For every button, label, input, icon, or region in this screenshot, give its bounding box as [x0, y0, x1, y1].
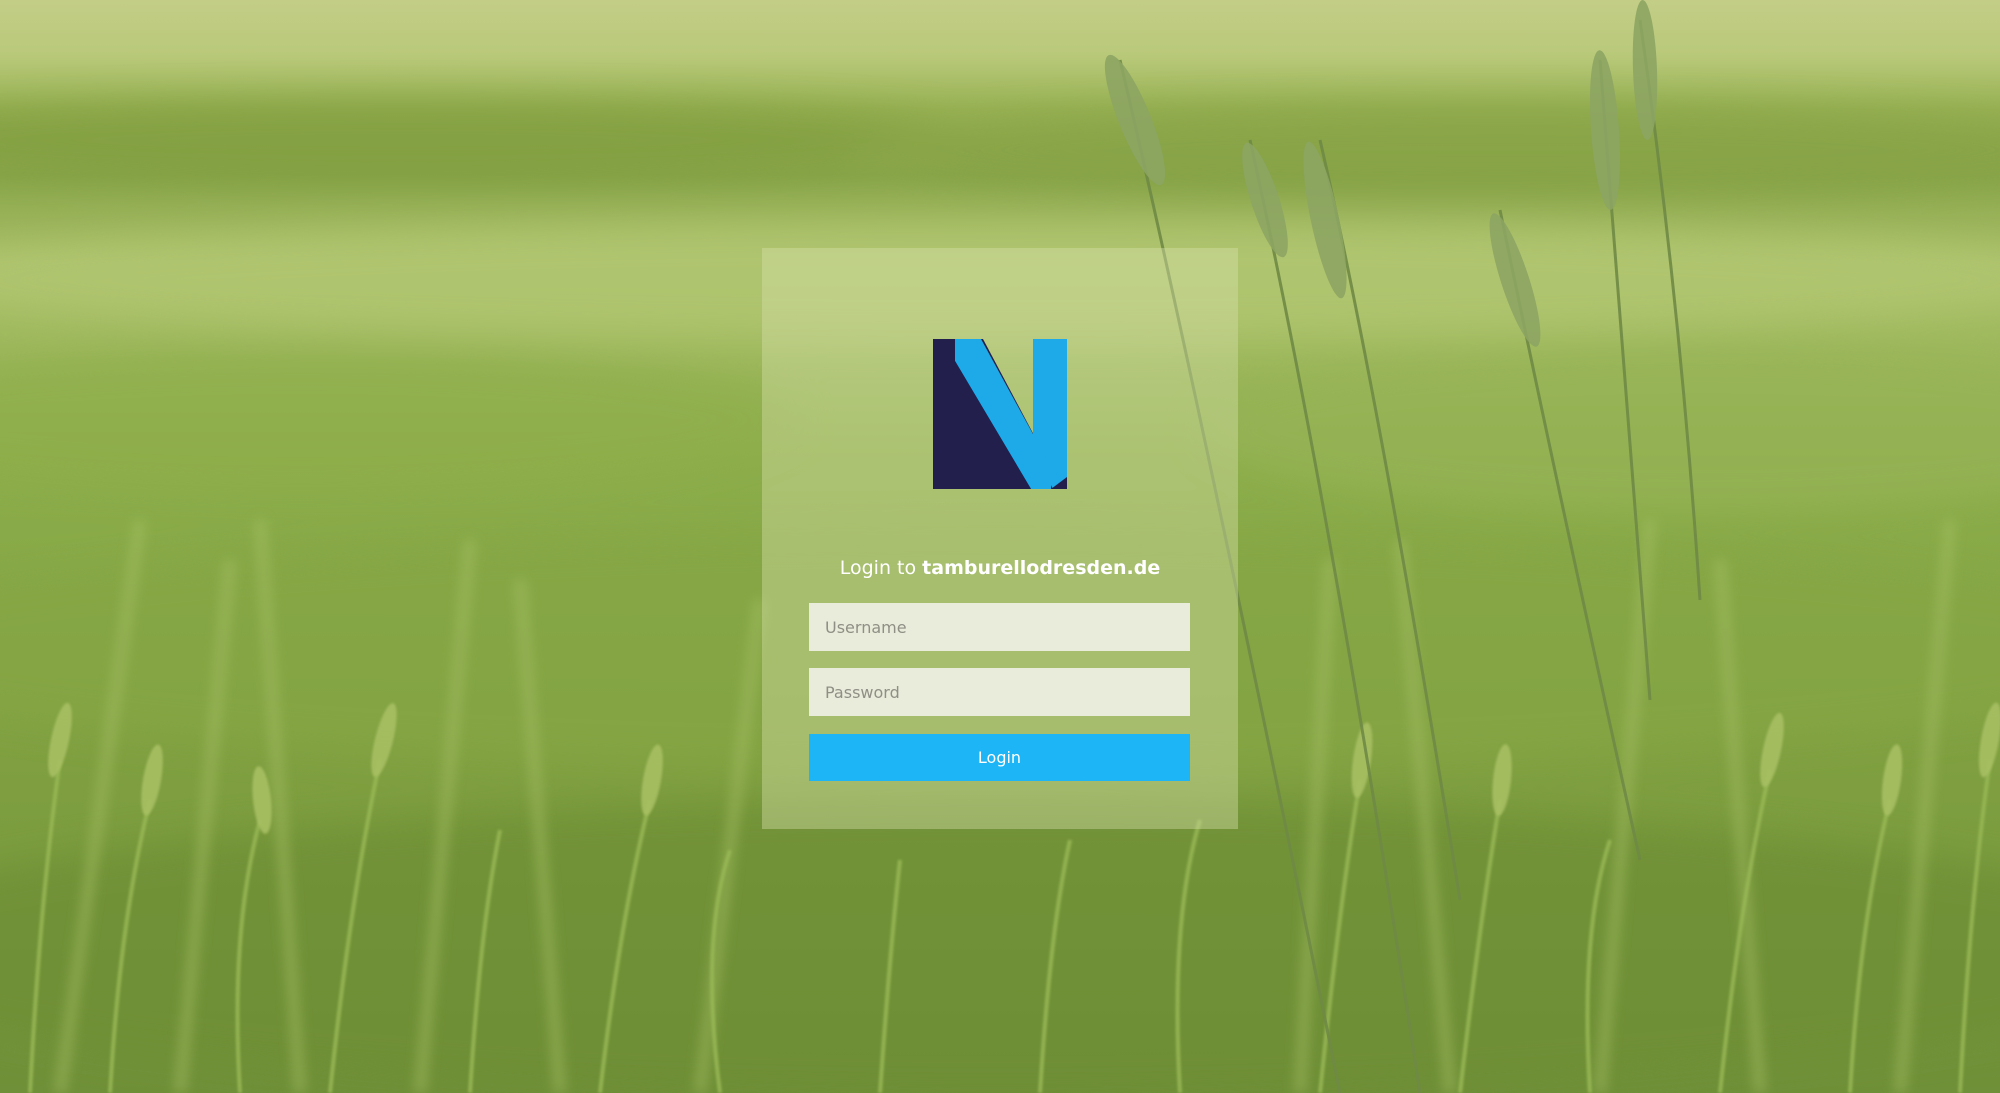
login-card: Login to tamburellodresden.de Login [762, 248, 1238, 829]
login-title-prefix: Login to [839, 557, 917, 579]
site-name: tamburellodresden.de [922, 557, 1161, 579]
password-input[interactable] [809, 668, 1190, 716]
username-input[interactable] [809, 603, 1190, 651]
login-button[interactable]: Login [809, 734, 1190, 781]
login-title: Login to tamburellodresden.de [762, 556, 1238, 580]
n-logo-icon [933, 339, 1067, 489]
